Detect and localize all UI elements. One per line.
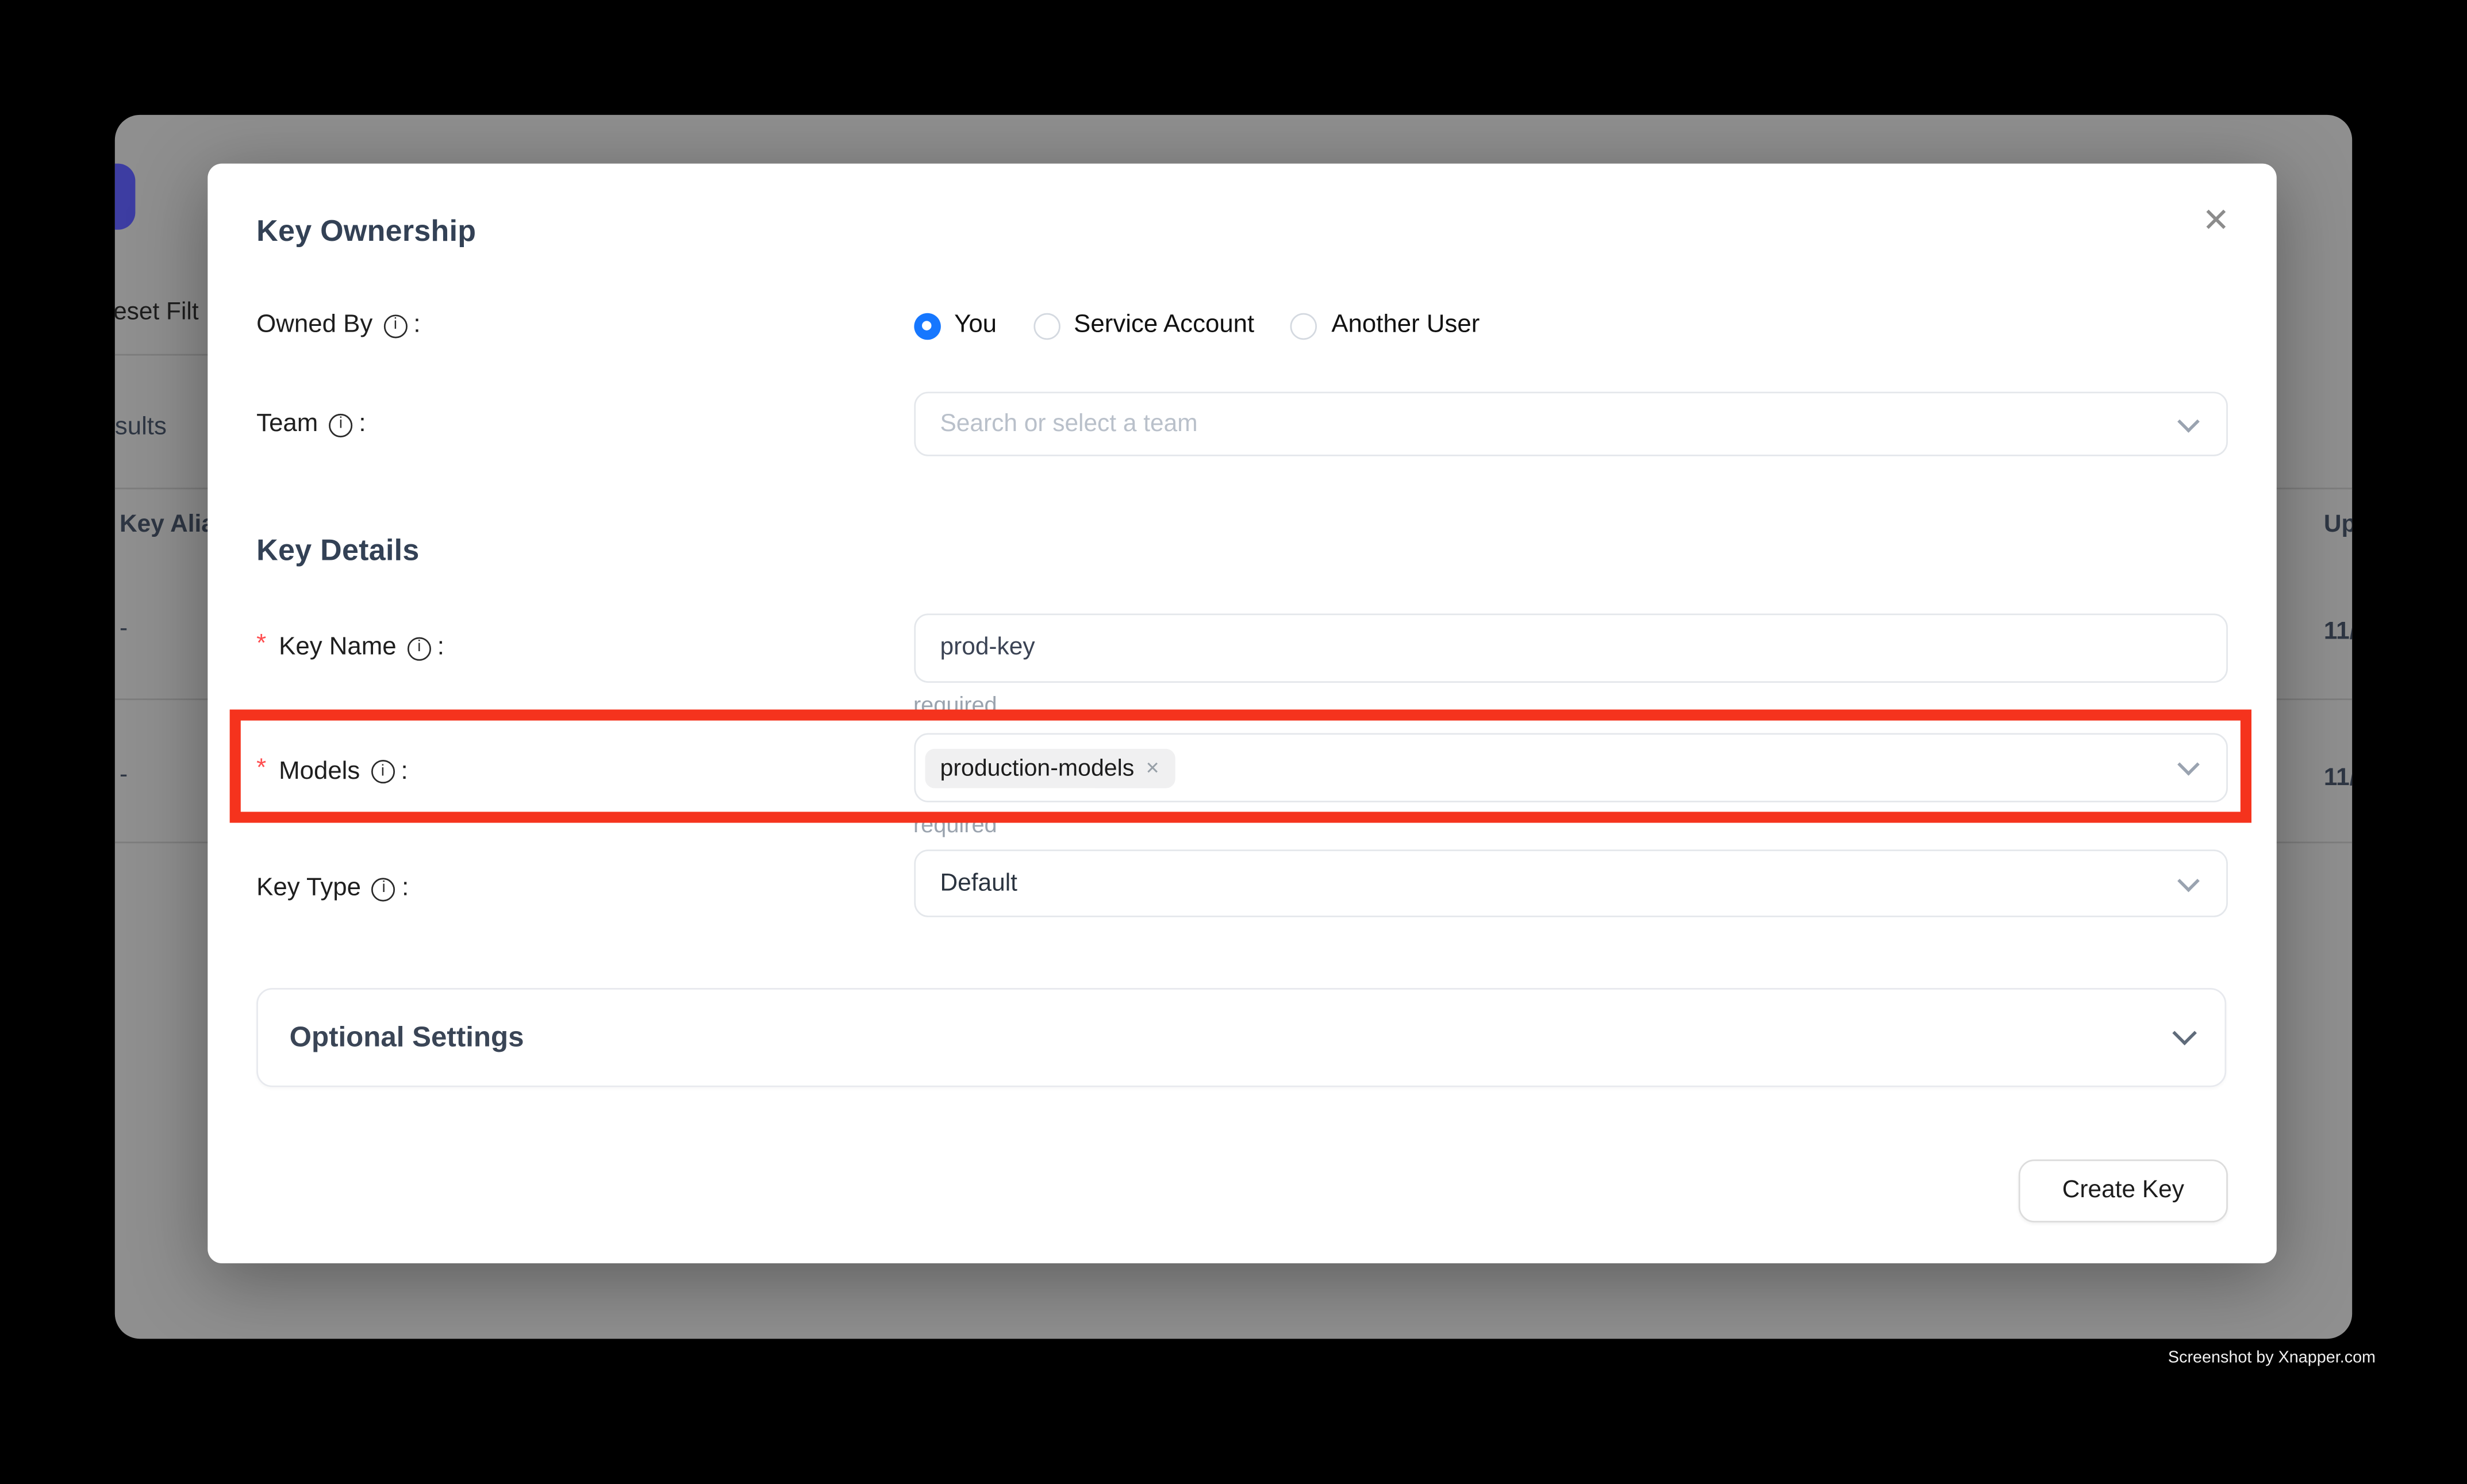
key-name-label: * Key Name i : [256,616,444,681]
required-asterisk: * [256,755,266,783]
models-label-text: Models [279,758,360,786]
background-results-partial: sults [115,414,167,442]
radio-label: Service Account [1074,312,1254,340]
key-type-select[interactable]: Default [913,849,2227,917]
radio-option-service-account[interactable]: Service Account [1033,312,1254,340]
screenshot-stage: eset Filt sults Key Alia Up - 11/ - 11/ … [0,0,2467,1484]
key-name-field [913,614,2227,683]
info-icon[interactable]: i [383,314,407,337]
radio-label: Another User [1331,312,1480,340]
close-icon[interactable]: ✕ [2189,194,2243,248]
watermark-text: Screenshot by Xnapper.com [2168,1348,2376,1367]
radio-unselected-icon[interactable] [1033,312,1060,339]
background-row-updated: 11/ [2324,764,2352,793]
team-search-input[interactable] [940,410,2201,438]
label-colon: : [359,410,366,439]
label-colon: : [401,758,408,786]
background-key-alias-header-partial: Key Alia [120,512,215,540]
radio-unselected-icon[interactable] [1290,312,1317,339]
models-required-hint: required [913,813,997,838]
create-key-button[interactable]: Create Key [2019,1159,2228,1222]
key-ownership-section-title: Key Ownership [256,215,476,249]
create-key-modal: ✕ Key Ownership Owned By i : You Service… [207,163,2276,1262]
background-updated-header-partial: Up [2324,512,2352,540]
info-icon[interactable]: i [408,636,431,660]
info-icon[interactable]: i [372,877,395,901]
background-reset-filters-partial: eset Filt [115,299,199,327]
label-colon: : [437,634,444,662]
background-row-alias: - [120,615,128,643]
key-type-label: Key Type i : [256,855,409,923]
chevron-down-icon [2172,1021,2197,1045]
remove-tag-icon[interactable]: ✕ [1145,758,1159,778]
chevron-down-icon [2177,753,2199,776]
required-asterisk: * [256,631,266,659]
background-primary-button-sliver [115,164,136,230]
owned-by-radio-group: You Service Account Another User [913,298,1480,353]
key-details-section-title: Key Details [256,534,419,568]
model-tag-label: production-models [940,755,1135,782]
radio-selected-icon[interactable] [913,312,940,339]
optional-settings-toggle[interactable]: Optional Settings [256,988,2226,1087]
team-label-text: Team [256,410,318,439]
key-name-label-text: Key Name [279,634,396,662]
key-type-label-text: Key Type [256,875,361,903]
models-label: * Models i : [256,737,408,806]
info-icon[interactable]: i [371,760,394,783]
background-row-alias: - [120,762,128,790]
radio-option-you[interactable]: You [913,312,997,340]
key-name-input[interactable] [940,634,2201,662]
owned-by-label-text: Owned By [256,312,372,340]
background-row-updated: 11/ [2324,618,2352,647]
optional-settings-title: Optional Settings [290,1021,524,1054]
radio-option-another-user[interactable]: Another User [1290,312,1480,340]
models-select[interactable]: production-models ✕ [913,733,2227,802]
selected-model-tag: production-models ✕ [924,748,1175,787]
label-colon: : [402,875,409,903]
label-colon: : [413,312,420,340]
key-type-value: Default [940,869,1017,897]
info-icon[interactable]: i [329,413,352,437]
radio-label: You [954,312,997,340]
team-label: Team i : [256,393,366,457]
owned-by-label: Owned By i : [256,298,420,353]
team-select[interactable] [913,392,2227,456]
chevron-down-icon [2177,869,2199,891]
key-name-required-hint: required [913,693,997,718]
